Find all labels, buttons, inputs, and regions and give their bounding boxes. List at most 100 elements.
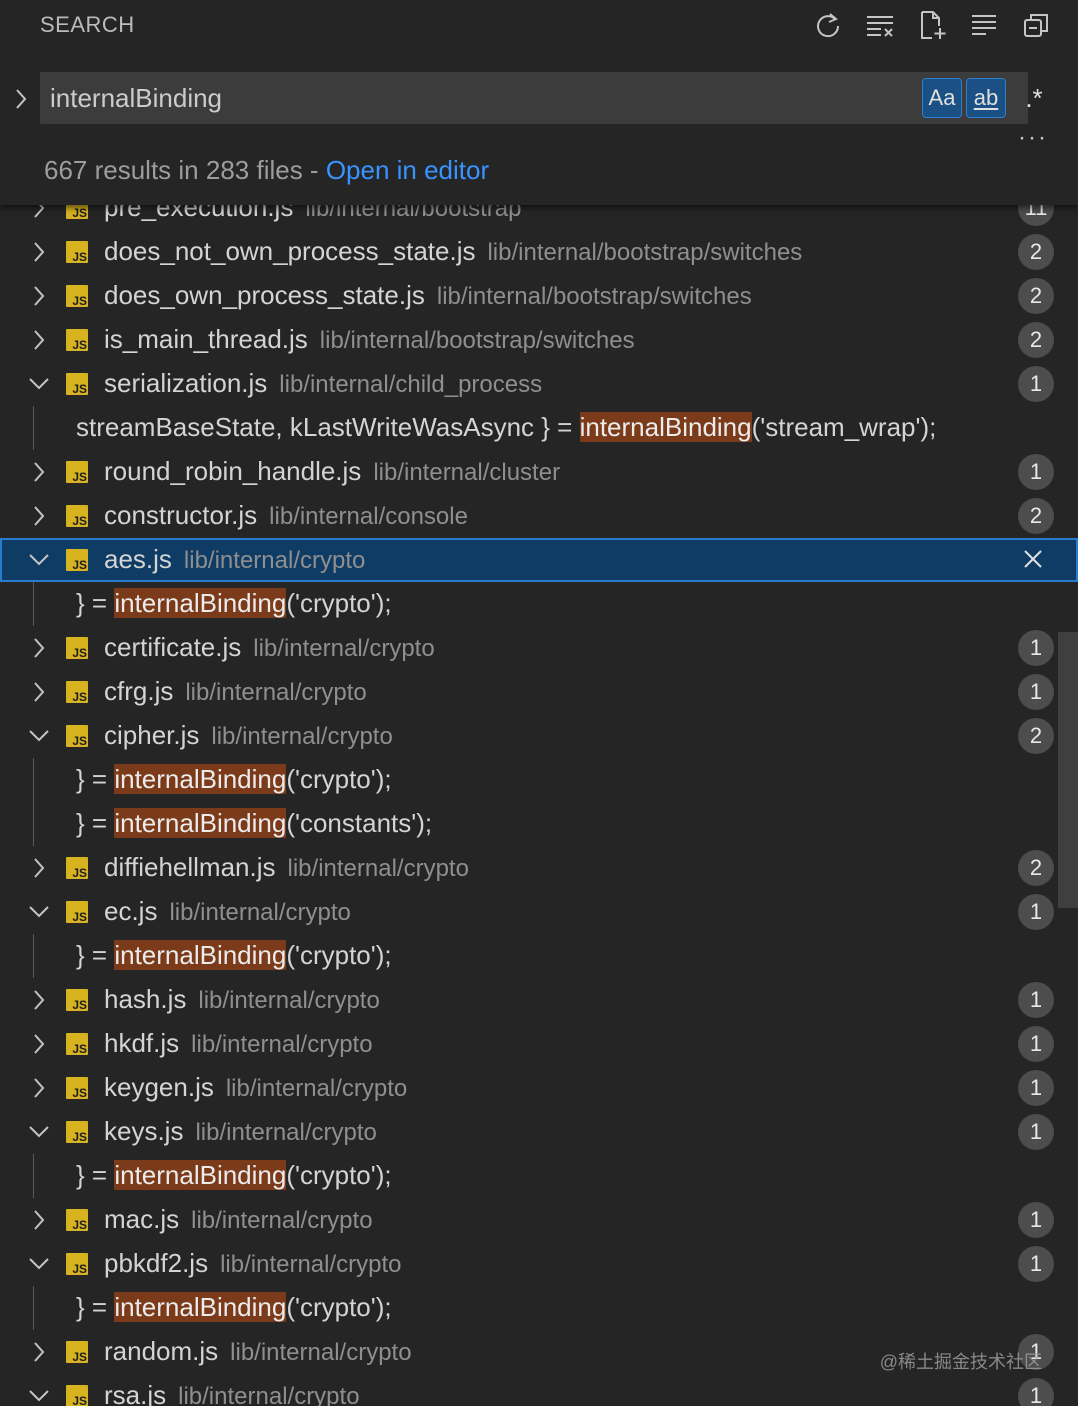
more-options-icon[interactable]: ··· xyxy=(1018,124,1048,152)
file-result-row[interactable]: JS mac.js lib/internal/crypto 1 xyxy=(0,1198,1078,1242)
chevron-right-icon[interactable] xyxy=(26,676,52,708)
match-highlight: internalBinding xyxy=(114,1292,287,1322)
match-count-badge: 1 xyxy=(1018,674,1054,710)
chevron-right-icon[interactable] xyxy=(26,1336,52,1368)
js-file-icon: JS xyxy=(66,329,88,352)
match-line-text: } = internalBinding('crypto'); xyxy=(76,1292,392,1323)
match-line-text: } = internalBinding('crypto'); xyxy=(76,1160,392,1191)
use-regex-toggle[interactable]: .* xyxy=(1014,78,1054,118)
chevron-down-icon[interactable] xyxy=(26,368,52,400)
chevron-down-icon[interactable] xyxy=(26,1248,52,1280)
js-file-icon-label: JS xyxy=(72,470,87,484)
file-result-row[interactable]: JS does_not_own_process_state.js lib/inter… xyxy=(0,230,1078,274)
js-file-icon-label: JS xyxy=(72,250,87,264)
file-path: lib/internal/crypto xyxy=(211,723,393,750)
scrollbar-thumb[interactable] xyxy=(1058,632,1078,908)
match-suffix: ('crypto'); xyxy=(286,940,392,970)
file-result-row[interactable]: JS keygen.js lib/internal/crypto 1 xyxy=(0,1066,1078,1110)
open-in-editor-link[interactable]: Open in editor xyxy=(326,155,489,185)
file-result-row[interactable]: JS cfrg.js lib/internal/crypto 1 xyxy=(0,670,1078,714)
file-result-row[interactable]: JS aes.js lib/internal/crypto xyxy=(0,538,1078,582)
match-line-text: } = internalBinding('crypto'); xyxy=(76,940,392,971)
file-result-row[interactable]: JS does_own_process_state.js lib/internal/… xyxy=(0,274,1078,318)
tree-indent-guide xyxy=(33,802,34,846)
match-highlight: internalBinding xyxy=(114,808,287,838)
file-result-row[interactable]: JS hash.js lib/internal/crypto 1 xyxy=(0,978,1078,1022)
chevron-right-icon[interactable] xyxy=(26,500,52,532)
file-result-row[interactable]: JS pbkdf2.js lib/internal/crypto 1 xyxy=(0,1242,1078,1286)
file-result-row[interactable]: JS serialization.js lib/internal/child_pro… xyxy=(0,362,1078,406)
file-result-row[interactable]: JS round_robin_handle.js lib/internal/clus… xyxy=(0,450,1078,494)
match-count-badge: 1 xyxy=(1018,630,1054,666)
match-line-row[interactable]: } = internalBinding('crypto'); xyxy=(0,1154,1078,1198)
match-line-row[interactable]: } = internalBinding('crypto'); xyxy=(0,758,1078,802)
match-whole-word-toggle[interactable]: ab xyxy=(966,78,1006,118)
file-result-row[interactable]: JS diffiehellman.js lib/internal/crypto 2 xyxy=(0,846,1078,890)
file-name-label: keys.js xyxy=(104,1116,184,1146)
file-result-row[interactable]: JS constructor.js lib/internal/console 2 xyxy=(0,494,1078,538)
match-count-badge: 1 xyxy=(1018,894,1054,930)
file-name: random.js lib/internal/crypto xyxy=(104,1336,412,1367)
file-result-row[interactable]: JS rsa.js lib/internal/crypto 1 xyxy=(0,1374,1078,1406)
chevron-right-icon[interactable] xyxy=(26,324,52,356)
js-file-icon: JS xyxy=(66,461,88,484)
chevron-right-icon[interactable] xyxy=(26,236,52,268)
file-result-row[interactable]: JS is_main_thread.js lib/internal/bootstra… xyxy=(0,318,1078,362)
js-file-icon-label: JS xyxy=(72,910,87,924)
chevron-right-icon[interactable] xyxy=(26,632,52,664)
chevron-down-icon[interactable] xyxy=(26,720,52,752)
chevron-right-icon[interactable] xyxy=(26,852,52,884)
match-line-row[interactable]: streamBaseState, kLastWriteWasAsync } = … xyxy=(0,406,1078,450)
chevron-right-icon[interactable] xyxy=(26,1028,52,1060)
chevron-right-icon[interactable] xyxy=(26,1204,52,1236)
chevron-down-icon[interactable] xyxy=(26,896,52,928)
chevron-right-icon[interactable] xyxy=(26,1072,52,1104)
file-result-row[interactable]: JS ec.js lib/internal/crypto 1 xyxy=(0,890,1078,934)
tree-indent-guide xyxy=(33,934,34,978)
file-name-label: round_robin_handle.js xyxy=(104,456,362,486)
match-line-row[interactable]: } = internalBinding('crypto'); xyxy=(0,934,1078,978)
match-line-row[interactable]: } = internalBinding('crypto'); xyxy=(0,582,1078,626)
collapse-all-icon[interactable] xyxy=(1020,6,1052,44)
file-name: ec.js lib/internal/crypto xyxy=(104,896,351,927)
match-case-toggle[interactable]: Aa xyxy=(922,78,962,118)
file-result-row[interactable]: JS hkdf.js lib/internal/crypto 1 xyxy=(0,1022,1078,1066)
search-results-tree: JS pre_execution.js lib/internal/bootstrap… xyxy=(0,186,1078,1406)
dismiss-close-icon[interactable] xyxy=(1018,544,1048,574)
refresh-icon[interactable] xyxy=(812,6,844,44)
chevron-right-icon[interactable] xyxy=(26,280,52,312)
match-count-badge: 1 xyxy=(1018,366,1054,402)
match-count-badge: 2 xyxy=(1018,322,1054,358)
file-name-label: hash.js xyxy=(104,984,187,1014)
clear-results-icon[interactable] xyxy=(864,6,896,44)
match-highlight: internalBinding xyxy=(114,588,287,618)
chevron-down-icon[interactable] xyxy=(26,1116,52,1148)
chevron-down-icon[interactable] xyxy=(26,544,52,576)
chevron-right-icon[interactable] xyxy=(26,984,52,1016)
js-file-icon: JS xyxy=(66,725,88,748)
match-count-badge: 1 xyxy=(1018,1378,1054,1406)
file-path: lib/internal/crypto xyxy=(191,1031,373,1058)
file-result-row[interactable]: JS keys.js lib/internal/crypto 1 xyxy=(0,1110,1078,1154)
js-file-icon: JS xyxy=(66,637,88,660)
js-file-icon: JS xyxy=(66,1077,88,1100)
match-count-badge: 1 xyxy=(1018,1070,1054,1106)
file-path: lib/internal/crypto xyxy=(198,987,380,1014)
file-result-row[interactable]: JS cipher.js lib/internal/crypto 2 xyxy=(0,714,1078,758)
match-highlight: internalBinding xyxy=(114,940,287,970)
file-path: lib/internal/crypto xyxy=(225,1075,408,1102)
new-search-editor-icon[interactable] xyxy=(916,6,948,44)
match-count-badge: 1 xyxy=(1018,1202,1054,1238)
toggle-replace-chevron-right-icon[interactable] xyxy=(10,84,32,114)
match-suffix: ('constants'); xyxy=(286,808,433,838)
chevron-right-icon[interactable] xyxy=(26,456,52,488)
file-result-row[interactable]: JS certificate.js lib/internal/crypto 1 xyxy=(0,626,1078,670)
js-file-icon: JS xyxy=(66,241,88,264)
view-as-tree-icon[interactable] xyxy=(968,6,1000,44)
match-line-row[interactable]: } = internalBinding('constants'); xyxy=(0,802,1078,846)
file-path: lib/internal/bootstrap/switches xyxy=(436,283,752,310)
js-file-icon: JS xyxy=(66,1121,88,1144)
search-input[interactable] xyxy=(50,82,900,114)
chevron-down-icon[interactable] xyxy=(26,1380,52,1406)
match-line-row[interactable]: } = internalBinding('crypto'); xyxy=(0,1286,1078,1330)
